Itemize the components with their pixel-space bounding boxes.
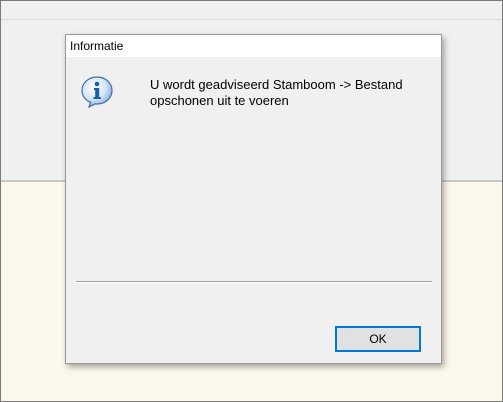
dialog-titlebar[interactable]: Informatie: [66, 35, 441, 57]
ok-button[interactable]: OK: [335, 326, 421, 352]
dialog-title: Informatie: [70, 39, 124, 53]
background-toolbar: [1, 1, 502, 20]
dialog-message: U wordt geadviseerd Stamboom -> Bestand …: [150, 77, 420, 109]
info-icon: [80, 75, 114, 109]
message-line: opschonen uit te voeren: [150, 93, 289, 108]
message-line: U wordt geadviseerd Stamboom -> Bestand: [150, 77, 403, 92]
information-dialog: Informatie U wordt geadviseerd Stamboom …: [65, 34, 442, 364]
separator: [76, 281, 432, 283]
